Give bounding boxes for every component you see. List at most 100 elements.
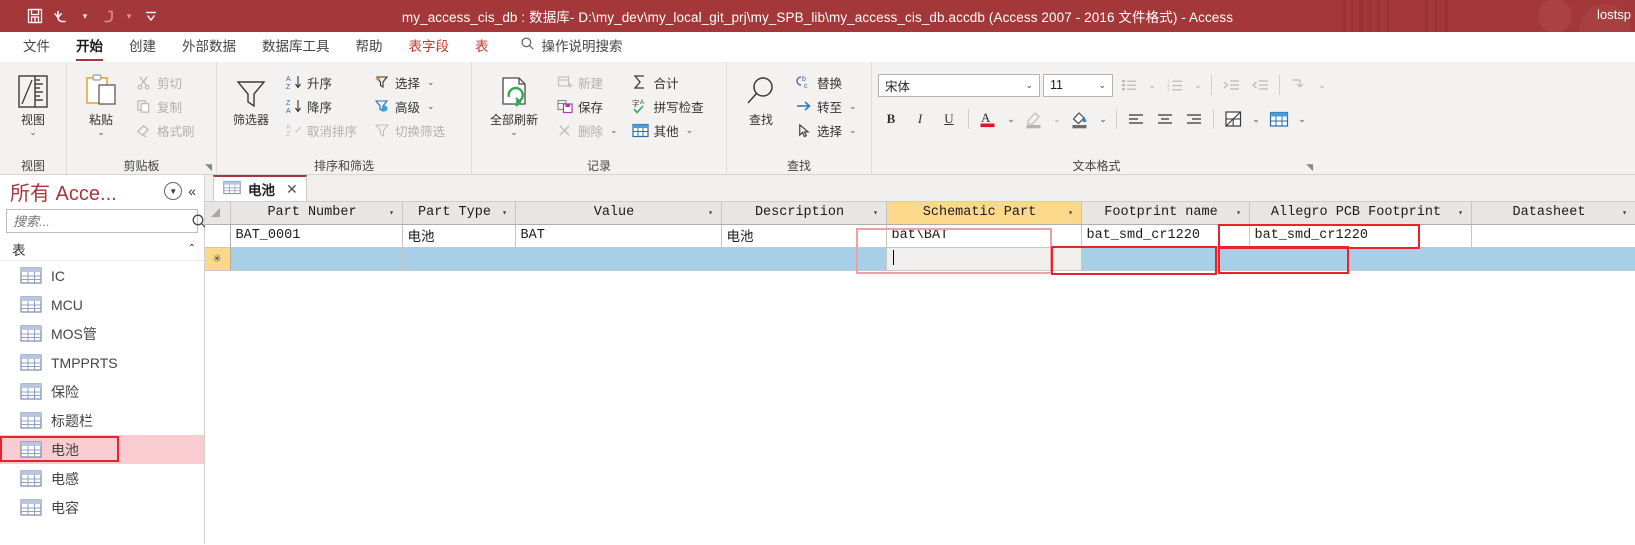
bullets-icon[interactable] bbox=[1116, 73, 1142, 98]
document-tab-dianchi[interactable]: 电池 ✕ bbox=[213, 175, 307, 201]
cell-schematic-part[interactable]: bat\BAT bbox=[886, 224, 1082, 248]
cell-footprint-name[interactable]: bat_smd_cr1220 bbox=[1081, 224, 1250, 248]
chevron-down-icon[interactable]: ⌄ bbox=[849, 101, 857, 112]
paste-button[interactable]: 粘贴 ⌄ bbox=[73, 69, 129, 137]
delete-record-button[interactable]: 删除 ⌄ bbox=[552, 119, 622, 141]
numbering-icon[interactable]: 1 2 3 bbox=[1162, 73, 1188, 98]
chevron-down-icon[interactable]: ⌄ bbox=[1094, 80, 1110, 91]
font-color-dropdown-icon[interactable]: ⌄ bbox=[1004, 107, 1018, 132]
cell-description[interactable] bbox=[721, 247, 887, 271]
cell-part-number[interactable]: BAT_0001 bbox=[230, 224, 403, 248]
double-chevron-left-icon[interactable]: « bbox=[188, 183, 198, 199]
sidebar-item-tmpprts[interactable]: TMPPRTS bbox=[0, 348, 204, 377]
chevron-down-icon[interactable]: ▾ bbox=[1455, 202, 1467, 223]
new-record-button[interactable]: 新建 bbox=[552, 71, 622, 93]
undo-icon[interactable] bbox=[50, 3, 76, 29]
tab-database-tools[interactable]: 数据库工具 bbox=[249, 32, 343, 62]
column-header-schematic-part[interactable]: Schematic Part ▾ bbox=[886, 202, 1082, 225]
copy-button[interactable]: 复制 bbox=[131, 95, 199, 117]
chevron-up-icon[interactable]: ⌃ bbox=[188, 243, 196, 254]
save-icon[interactable] bbox=[22, 3, 48, 29]
close-icon[interactable]: ✕ bbox=[282, 181, 298, 198]
font-color-icon[interactable]: A bbox=[975, 107, 1001, 132]
replace-button[interactable]: b c 替换 bbox=[791, 71, 861, 93]
column-header-value[interactable]: Value ▾ bbox=[515, 202, 722, 225]
chevron-down-icon[interactable]: ▾ bbox=[499, 202, 511, 223]
sort-descending-button[interactable]: Z A 降序 bbox=[281, 95, 361, 117]
sidebar-item-mos-guan[interactable]: MOS管 bbox=[0, 319, 204, 348]
selection-button[interactable]: 选择 ⌄ bbox=[369, 71, 449, 93]
cell-footprint-name[interactable] bbox=[1081, 247, 1250, 271]
refresh-all-button[interactable]: 全部刷新 ⌄ bbox=[478, 69, 550, 137]
new-record-selector[interactable]: ✳ bbox=[205, 247, 231, 271]
text-highlight-dropdown-icon[interactable]: ⌄ bbox=[1050, 107, 1064, 132]
filter-button[interactable]: 筛选器 bbox=[223, 69, 279, 127]
chevron-down-icon[interactable]: ⌄ bbox=[686, 125, 694, 136]
chevron-down-icon[interactable]: ▾ bbox=[870, 202, 882, 223]
text-highlight-icon[interactable] bbox=[1021, 107, 1047, 132]
chevron-down-icon[interactable]: ⌄ bbox=[427, 101, 435, 112]
tab-external-data[interactable]: 外部数据 bbox=[169, 32, 249, 62]
chevron-down-icon[interactable]: ▾ bbox=[1065, 202, 1077, 223]
select-button[interactable]: 选择 ⌄ bbox=[791, 119, 861, 141]
bullets-dropdown-icon[interactable]: ⌄ bbox=[1145, 73, 1159, 98]
navigation-group-tables[interactable]: 表 ⌃ bbox=[0, 237, 204, 261]
column-header-footprint-name[interactable]: Footprint name ▾ bbox=[1081, 202, 1250, 225]
tell-me-search[interactable]: 操作说明搜索 bbox=[502, 32, 633, 62]
clipboard-dialog-launcher-icon[interactable]: ◥ bbox=[205, 162, 212, 173]
tab-table[interactable]: 表 bbox=[462, 32, 502, 62]
sidebar-item-dianrong[interactable]: 电容 bbox=[0, 493, 204, 522]
sidebar-item-ic[interactable]: IC bbox=[0, 261, 204, 290]
chevron-down-icon[interactable]: ⌄ bbox=[510, 127, 518, 137]
cell-allegro-pcb-footprint[interactable]: bat_smd_cr1220 bbox=[1249, 224, 1472, 248]
cell-allegro-pcb-footprint[interactable] bbox=[1249, 247, 1472, 271]
numbering-dropdown-icon[interactable]: ⌄ bbox=[1191, 73, 1205, 98]
alternate-row-color-icon[interactable] bbox=[1220, 107, 1246, 132]
text-direction-dropdown-icon[interactable]: ⌄ bbox=[1315, 73, 1329, 98]
background-color-icon[interactable] bbox=[1067, 107, 1093, 132]
chevron-down-icon[interactable]: ⌄ bbox=[427, 77, 435, 88]
text-format-dialog-launcher-icon[interactable]: ◥ bbox=[1306, 162, 1313, 173]
cell-description[interactable]: 电池 bbox=[721, 224, 887, 248]
sort-ascending-button[interactable]: A Z 升序 bbox=[281, 71, 361, 93]
redo-icon[interactable] bbox=[94, 3, 120, 29]
table-row[interactable]: BAT_0001 电池 BAT 电池 bat\BAT bat_smd_cr122… bbox=[205, 224, 1635, 248]
bold-icon[interactable]: B bbox=[878, 107, 904, 132]
select-all-header[interactable] bbox=[205, 202, 231, 225]
tab-file[interactable]: 文件 bbox=[10, 32, 63, 62]
cell-part-type[interactable] bbox=[402, 247, 516, 271]
tab-table-fields[interactable]: 表字段 bbox=[396, 32, 463, 62]
background-color-dropdown-icon[interactable]: ⌄ bbox=[1096, 107, 1110, 132]
align-left-icon[interactable] bbox=[1123, 107, 1149, 132]
column-header-datasheet[interactable]: Datasheet ▾ bbox=[1471, 202, 1635, 225]
gridlines-dropdown-icon[interactable]: ⌄ bbox=[1295, 107, 1309, 132]
column-header-description[interactable]: Description ▾ bbox=[721, 202, 887, 225]
underline-icon[interactable]: U bbox=[936, 107, 962, 132]
cell-datasheet[interactable] bbox=[1471, 247, 1635, 271]
chevron-down-icon[interactable]: ▾ bbox=[1233, 202, 1245, 223]
chevron-down-icon[interactable]: ⌄ bbox=[610, 125, 618, 136]
redo-dropdown-icon[interactable]: ▾ bbox=[122, 3, 136, 29]
chevron-down-icon[interactable]: ▾ bbox=[1619, 202, 1631, 223]
sidebar-item-baoxian[interactable]: 保险 bbox=[0, 377, 204, 406]
clear-sort-button[interactable]: A Z 取消排序 bbox=[281, 119, 361, 141]
totals-button[interactable]: 合计 bbox=[628, 71, 708, 93]
text-direction-icon[interactable] bbox=[1286, 73, 1312, 98]
cell-part-number[interactable] bbox=[230, 247, 403, 271]
tab-home[interactable]: 开始 bbox=[63, 32, 116, 62]
chevron-down-icon[interactable]: ▾ bbox=[705, 202, 717, 223]
sidebar-item-mcu[interactable]: MCU bbox=[0, 290, 204, 319]
go-to-button[interactable]: 转至 ⌄ bbox=[791, 95, 861, 117]
cell-value[interactable]: BAT bbox=[515, 224, 722, 248]
chevron-down-icon[interactable]: ⌄ bbox=[29, 127, 37, 137]
column-header-part-type[interactable]: Part Type ▾ bbox=[402, 202, 516, 225]
align-center-icon[interactable] bbox=[1152, 107, 1178, 132]
sidebar-item-dianchi[interactable]: 电池 bbox=[0, 435, 204, 464]
advanced-button[interactable]: 高级 ⌄ bbox=[369, 95, 449, 117]
cell-schematic-part-editing[interactable] bbox=[886, 247, 1082, 271]
tab-create[interactable]: 创建 bbox=[116, 32, 169, 62]
view-button[interactable]: 视图 ⌄ bbox=[6, 69, 60, 137]
cut-button[interactable]: 剪切 bbox=[131, 71, 199, 93]
user-account-name[interactable]: lostsp bbox=[1597, 7, 1631, 22]
column-header-part-number[interactable]: Part Number ▾ bbox=[230, 202, 403, 225]
